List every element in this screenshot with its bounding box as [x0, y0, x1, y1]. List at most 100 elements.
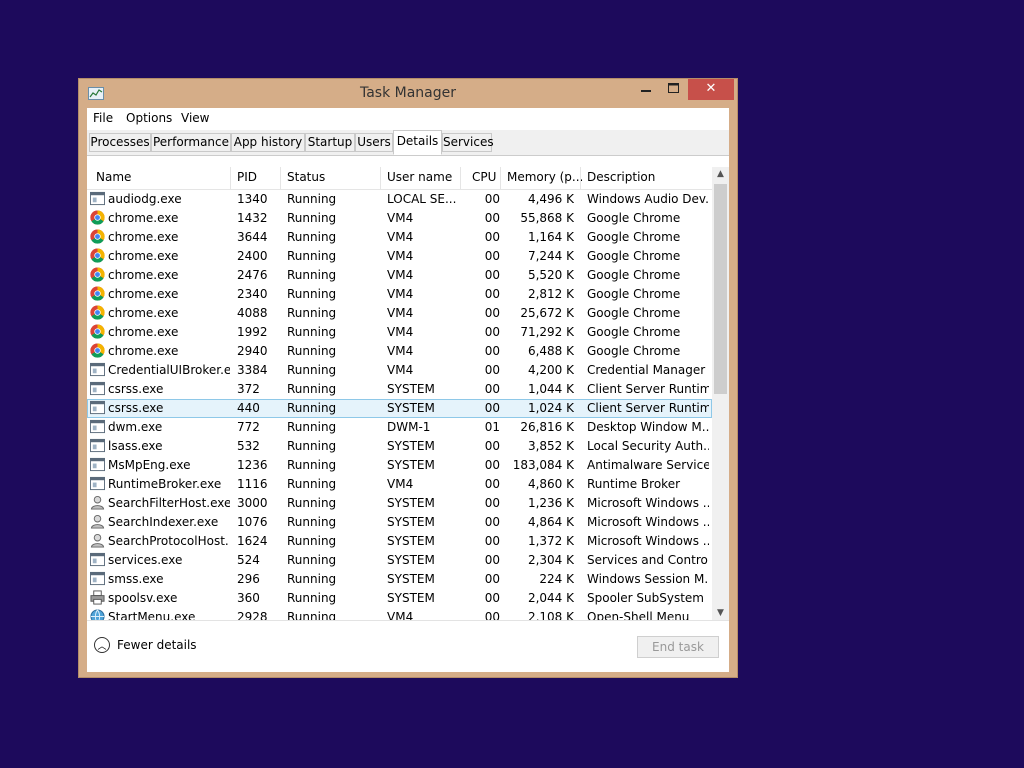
tab-users[interactable]: Users: [355, 133, 393, 152]
process-user: SYSTEM: [387, 572, 435, 586]
table-row[interactable]: chrome.exe 2400 Running VM4 00 7,244 K Google …: [87, 247, 712, 266]
tab-app-history[interactable]: App history: [231, 133, 305, 152]
scroll-down-icon[interactable]: ▼: [712, 608, 729, 618]
table-row[interactable]: services.exe 524 Running SYSTEM 00 2,304 K Ser…: [87, 551, 712, 570]
process-user: SYSTEM: [387, 515, 435, 529]
process-name: chrome.exe: [108, 211, 179, 225]
process-status: Running: [287, 458, 337, 472]
column-header-pid[interactable]: PID: [237, 170, 257, 184]
system-app-icon: [90, 191, 106, 207]
table-row[interactable]: RuntimeBroker.exe 1116 Running VM4 00 4,860 K…: [87, 475, 712, 494]
globe-icon: [90, 609, 106, 620]
process-status: Running: [287, 477, 337, 491]
tab-details[interactable]: Details: [393, 130, 442, 155]
tab-startup[interactable]: Startup: [305, 133, 355, 152]
process-status: Running: [287, 325, 337, 339]
process-pid: 2940: [237, 344, 268, 358]
column-header-description[interactable]: Description: [587, 170, 655, 184]
title-bar[interactable]: Task Manager ✕: [79, 79, 737, 108]
table-row[interactable]: SearchProtocolHost.... 1624 Running SYSTEM 0…: [87, 532, 712, 551]
column-separator[interactable]: [230, 167, 231, 189]
table-row[interactable]: CredentialUIBroker.exe 3384 Running VM4 00 4,…: [87, 361, 712, 380]
table-row[interactable]: SearchFilterHost.exe 3000 Running SYSTEM 00 1…: [87, 494, 712, 513]
table-row[interactable]: chrome.exe 2340 Running VM4 00 2,812 K Google …: [87, 285, 712, 304]
process-status: Running: [287, 230, 337, 244]
column-header-name[interactable]: Name: [96, 170, 131, 184]
process-description: Runtime Broker: [587, 477, 681, 491]
table-row[interactable]: csrss.exe 372 Running SYSTEM 00 1,044 K Client…: [87, 380, 712, 399]
chevron-up-icon: ︿: [94, 637, 110, 653]
process-cpu: 01: [484, 420, 500, 434]
process-name: SearchIndexer.exe: [108, 515, 219, 529]
tab-processes[interactable]: Processes: [89, 133, 151, 152]
process-name: smss.exe: [108, 572, 164, 586]
process-description: Google Chrome: [587, 325, 681, 339]
printer-icon: [90, 590, 106, 606]
menu-file[interactable]: File: [93, 111, 113, 125]
end-task-button[interactable]: End task: [637, 636, 719, 658]
process-memory: 4,200 K: [527, 363, 574, 377]
minimize-button[interactable]: [632, 79, 659, 100]
column-separator[interactable]: [580, 167, 581, 189]
table-row[interactable]: spoolsv.exe 360 Running SYSTEM 00 2,044 K Spoo…: [87, 589, 712, 608]
process-cpu: 00: [484, 572, 500, 586]
column-header-memory[interactable]: Memory (p...: [507, 170, 583, 184]
chrome-icon: [90, 324, 106, 340]
process-pid: 4088: [237, 306, 268, 320]
system-app-icon: [90, 419, 106, 435]
process-description: Google Chrome: [587, 230, 681, 244]
vertical-scrollbar[interactable]: ▲ ▼: [712, 167, 729, 620]
table-row[interactable]: lsass.exe 532 Running SYSTEM 00 3,852 K Local …: [87, 437, 712, 456]
process-pid: 532: [237, 439, 260, 453]
table-row[interactable]: audiodg.exe 1340 Running LOCAL SE... 00 4,496…: [87, 190, 712, 209]
table-row[interactable]: SearchIndexer.exe 1076 Running SYSTEM 00 4,86…: [87, 513, 712, 532]
table-row[interactable]: chrome.exe 4088 Running VM4 00 25,672 K Google…: [87, 304, 712, 323]
menu-options[interactable]: Options: [126, 111, 172, 125]
process-user: VM4: [387, 230, 414, 244]
process-user: VM4: [387, 344, 414, 358]
process-pid: 2928: [237, 610, 268, 620]
process-user: VM4: [387, 610, 414, 620]
tab-performance[interactable]: Performance: [151, 133, 231, 152]
process-memory: 1,236 K: [527, 496, 574, 510]
close-button[interactable]: ✕: [688, 79, 734, 100]
process-description: Windows Audio Dev...: [587, 192, 709, 206]
table-row[interactable]: dwm.exe 772 Running DWM-1 01 26,816 K Desktop …: [87, 418, 712, 437]
system-app-icon: [90, 362, 106, 378]
column-separator[interactable]: [500, 167, 501, 189]
process-user: DWM-1: [387, 420, 431, 434]
tab-services[interactable]: Services: [442, 133, 494, 152]
column-separator[interactable]: [280, 167, 281, 189]
chrome-icon: [90, 248, 106, 264]
column-header-cpu[interactable]: CPU: [472, 170, 496, 184]
table-row[interactable]: MsMpEng.exe 1236 Running SYSTEM 00 183,084 K A…: [87, 456, 712, 475]
scrollbar-thumb[interactable]: [714, 184, 727, 394]
menu-view[interactable]: View: [181, 111, 209, 125]
column-separator[interactable]: [460, 167, 461, 189]
table-row[interactable]: smss.exe 296 Running SYSTEM 00 224 K Windows S…: [87, 570, 712, 589]
table-row[interactable]: csrss.exe 440 Running SYSTEM 00 1,024 K Client…: [87, 399, 712, 418]
table-row[interactable]: chrome.exe 2476 Running VM4 00 5,520 K Google …: [87, 266, 712, 285]
process-cpu: 00: [484, 515, 500, 529]
task-manager-window: Task Manager ✕ File Options View Process…: [78, 78, 738, 678]
scroll-up-icon[interactable]: ▲: [712, 169, 729, 179]
table-row[interactable]: chrome.exe 3644 Running VM4 00 1,164 K Google …: [87, 228, 712, 247]
maximize-button[interactable]: [660, 79, 687, 100]
process-name: chrome.exe: [108, 268, 179, 282]
close-icon: ✕: [705, 81, 717, 96]
table-row[interactable]: chrome.exe 1992 Running VM4 00 71,292 K Google…: [87, 323, 712, 342]
process-pid: 1624: [237, 534, 268, 548]
column-header-status[interactable]: Status: [287, 170, 325, 184]
process-description: Services and Control...: [587, 553, 709, 567]
process-name: CredentialUIBroker.exe: [108, 363, 230, 377]
table-row[interactable]: chrome.exe 1432 Running VM4 00 55,868 K Google…: [87, 209, 712, 228]
table-header: ^ Name PID Status User name CPU Memory (…: [87, 167, 712, 190]
process-cpu: 00: [484, 306, 500, 320]
column-header-user-name[interactable]: User name: [387, 170, 452, 184]
fewer-details-button[interactable]: ︿ Fewer details: [94, 637, 197, 653]
column-separator[interactable]: [380, 167, 381, 189]
process-description: Google Chrome: [587, 344, 681, 358]
table-row[interactable]: StartMenu.exe 2928 Running VM4 00 2,108 K Open…: [87, 608, 712, 620]
system-app-icon: [90, 381, 106, 397]
table-row[interactable]: chrome.exe 2940 Running VM4 00 6,488 K Google …: [87, 342, 712, 361]
